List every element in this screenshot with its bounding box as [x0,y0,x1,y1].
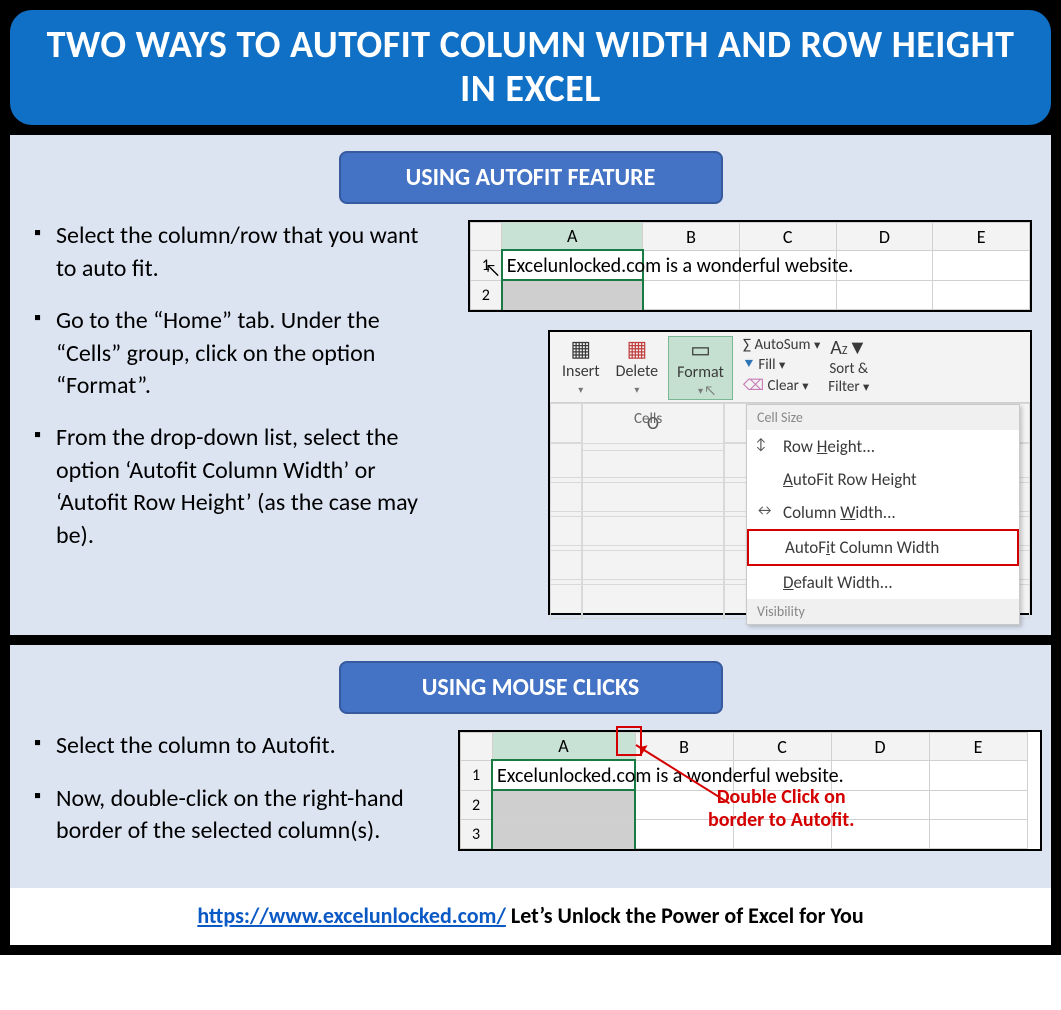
select-all-corner [471,223,502,251]
cell [502,280,643,310]
cell-a1: Excelunlocked.com is a wonderful website… [492,760,635,790]
cell-a1: ↖ Excelunlocked.com is a wonderful websi… [502,250,643,280]
delete-button: ▦ Delete ▾ [610,336,665,398]
insert-button: ▦ Insert ▾ [556,336,606,398]
row-header: 1 [461,760,493,790]
column-header: D [831,733,929,761]
section1-bullet: From the drop-down list, select the opti… [34,422,444,552]
cell [836,280,933,310]
footer-tagline: Let’s Unlock the Power of Excel for You [506,902,864,929]
editing-group: ∑ AutoSum ▾ ⯆ Fill ▾ ⌫ Clear ▾ [743,336,820,395]
delete-icon: ▦ [626,338,647,360]
clear-label: Clear [768,377,799,395]
fill-icon: ⯆ [743,356,755,374]
dropdown-item-row-height: ↕ Row Height... [747,430,1019,463]
format-dropdown: Cell Size ↕ Row Height... AutoFit Row He… [746,404,1020,625]
sort-label-1: Sort & [829,360,868,378]
section-autofit-feature: USING AUTOFIT FEATURE Select the column/… [10,135,1051,635]
section2-bullets: Select the column to Autofit. Now, doubl… [34,730,434,867]
delete-label: Delete [616,362,659,381]
double-click-line1: Double Click on [708,786,855,809]
autosum-icon: ∑ [743,336,751,354]
cells-group-label: Cells [634,410,662,428]
section1-bullets: Select the column/row that you want to a… [34,220,444,615]
footer-link[interactable]: https://www.excelunlocked.com/ [197,902,506,929]
section1-title: USING AUTOFIT FEATURE [339,151,723,204]
column-header: D [836,223,933,251]
section1-illustrations: A B C D E 1 ↖ Excelunlocked.com is a won… [468,220,1032,615]
sort-label-2: Filter [828,378,859,396]
dropdown-item-default-width: Default Width... [747,566,1019,599]
insert-icon: ▦ [570,338,591,360]
excel-ribbon-illustration: ▦ Insert ▾ ▦ Delete ▾ ▭ Format ▾↖ [548,330,1032,615]
dropdown-item-autofit-column-width: AutoFit Column Width [747,529,1019,566]
row-height-icon: ↕ [755,436,767,454]
double-click-line2: border to Autofit. [708,809,855,832]
cell [643,280,740,310]
section1-bullet: Go to the “Home” tab. Under the “Cells” … [34,305,444,402]
dropdown-indicator-icon: ▾↖ [698,384,703,397]
cursor-icon: ↖ [485,259,501,281]
clear-icon: ⌫ [743,377,764,395]
cell [933,250,1030,280]
section2-bullet: Now, double-click on the right-hand bord… [34,783,434,848]
cell [933,280,1030,310]
format-label: Format [677,363,724,382]
page-title: TWO WAYS TO AUTOFIT COLUMN WIDTH AND ROW… [10,10,1051,125]
column-header: A [502,223,643,251]
dropdown-header: Cell Size [747,405,1019,430]
section2-illustrations: A B C D E 1 Excelunlocked.com is a wonde… [458,730,1042,867]
row-header: 2 [461,790,493,820]
section1-bullet: Select the column/row that you want to a… [34,220,444,285]
column-header: E [933,223,1030,251]
section2-bullet: Select the column to Autofit. [34,730,434,762]
dropdown-item-column-width: ↔ Column Width... [747,496,1019,529]
dropdown-indicator-icon: ▾ [634,383,639,396]
column-header: B [643,223,740,251]
sort-filter-button: AZ▼ Sort & Filter ▾ [828,336,869,396]
format-button: ▭ Format ▾↖ [668,336,733,400]
select-all-corner [461,733,493,761]
cell-a1-text: Excelunlocked.com is a wonderful website… [507,254,854,278]
dropdown-footer: Visibility [747,599,1019,624]
insert-label: Insert [562,362,600,381]
row-header: 3 [461,820,493,849]
section2-title: USING MOUSE CLICKS [339,661,723,714]
column-header: B [635,733,733,761]
dropdown-indicator-icon: ▾ [578,383,583,396]
column-header: C [733,733,831,761]
excel-grid-autofit: A B C D E 1 ↖ Excelunlocked.com is a won… [468,220,1032,312]
column-header: C [739,223,836,251]
row-header: 2 [471,280,502,310]
format-icon: ▭ [690,339,711,361]
fill-label: Fill [758,356,775,374]
column-header: A [492,733,635,761]
column-header: E [929,733,1027,761]
autosum-label: AutoSum [754,336,810,354]
double-click-callout: Double Click on border to Autofit. [708,786,855,832]
footer: https://www.excelunlocked.com/ Let’s Unl… [10,888,1051,945]
cell [739,280,836,310]
section-mouse-clicks: USING MOUSE CLICKS Select the column to … [10,645,1051,887]
infographic-page: TWO WAYS TO AUTOFIT COLUMN WIDTH AND ROW… [0,0,1061,955]
dropdown-item-autofit-row-height: AutoFit Row Height [747,463,1019,496]
column-width-icon: ↔ [755,502,774,520]
